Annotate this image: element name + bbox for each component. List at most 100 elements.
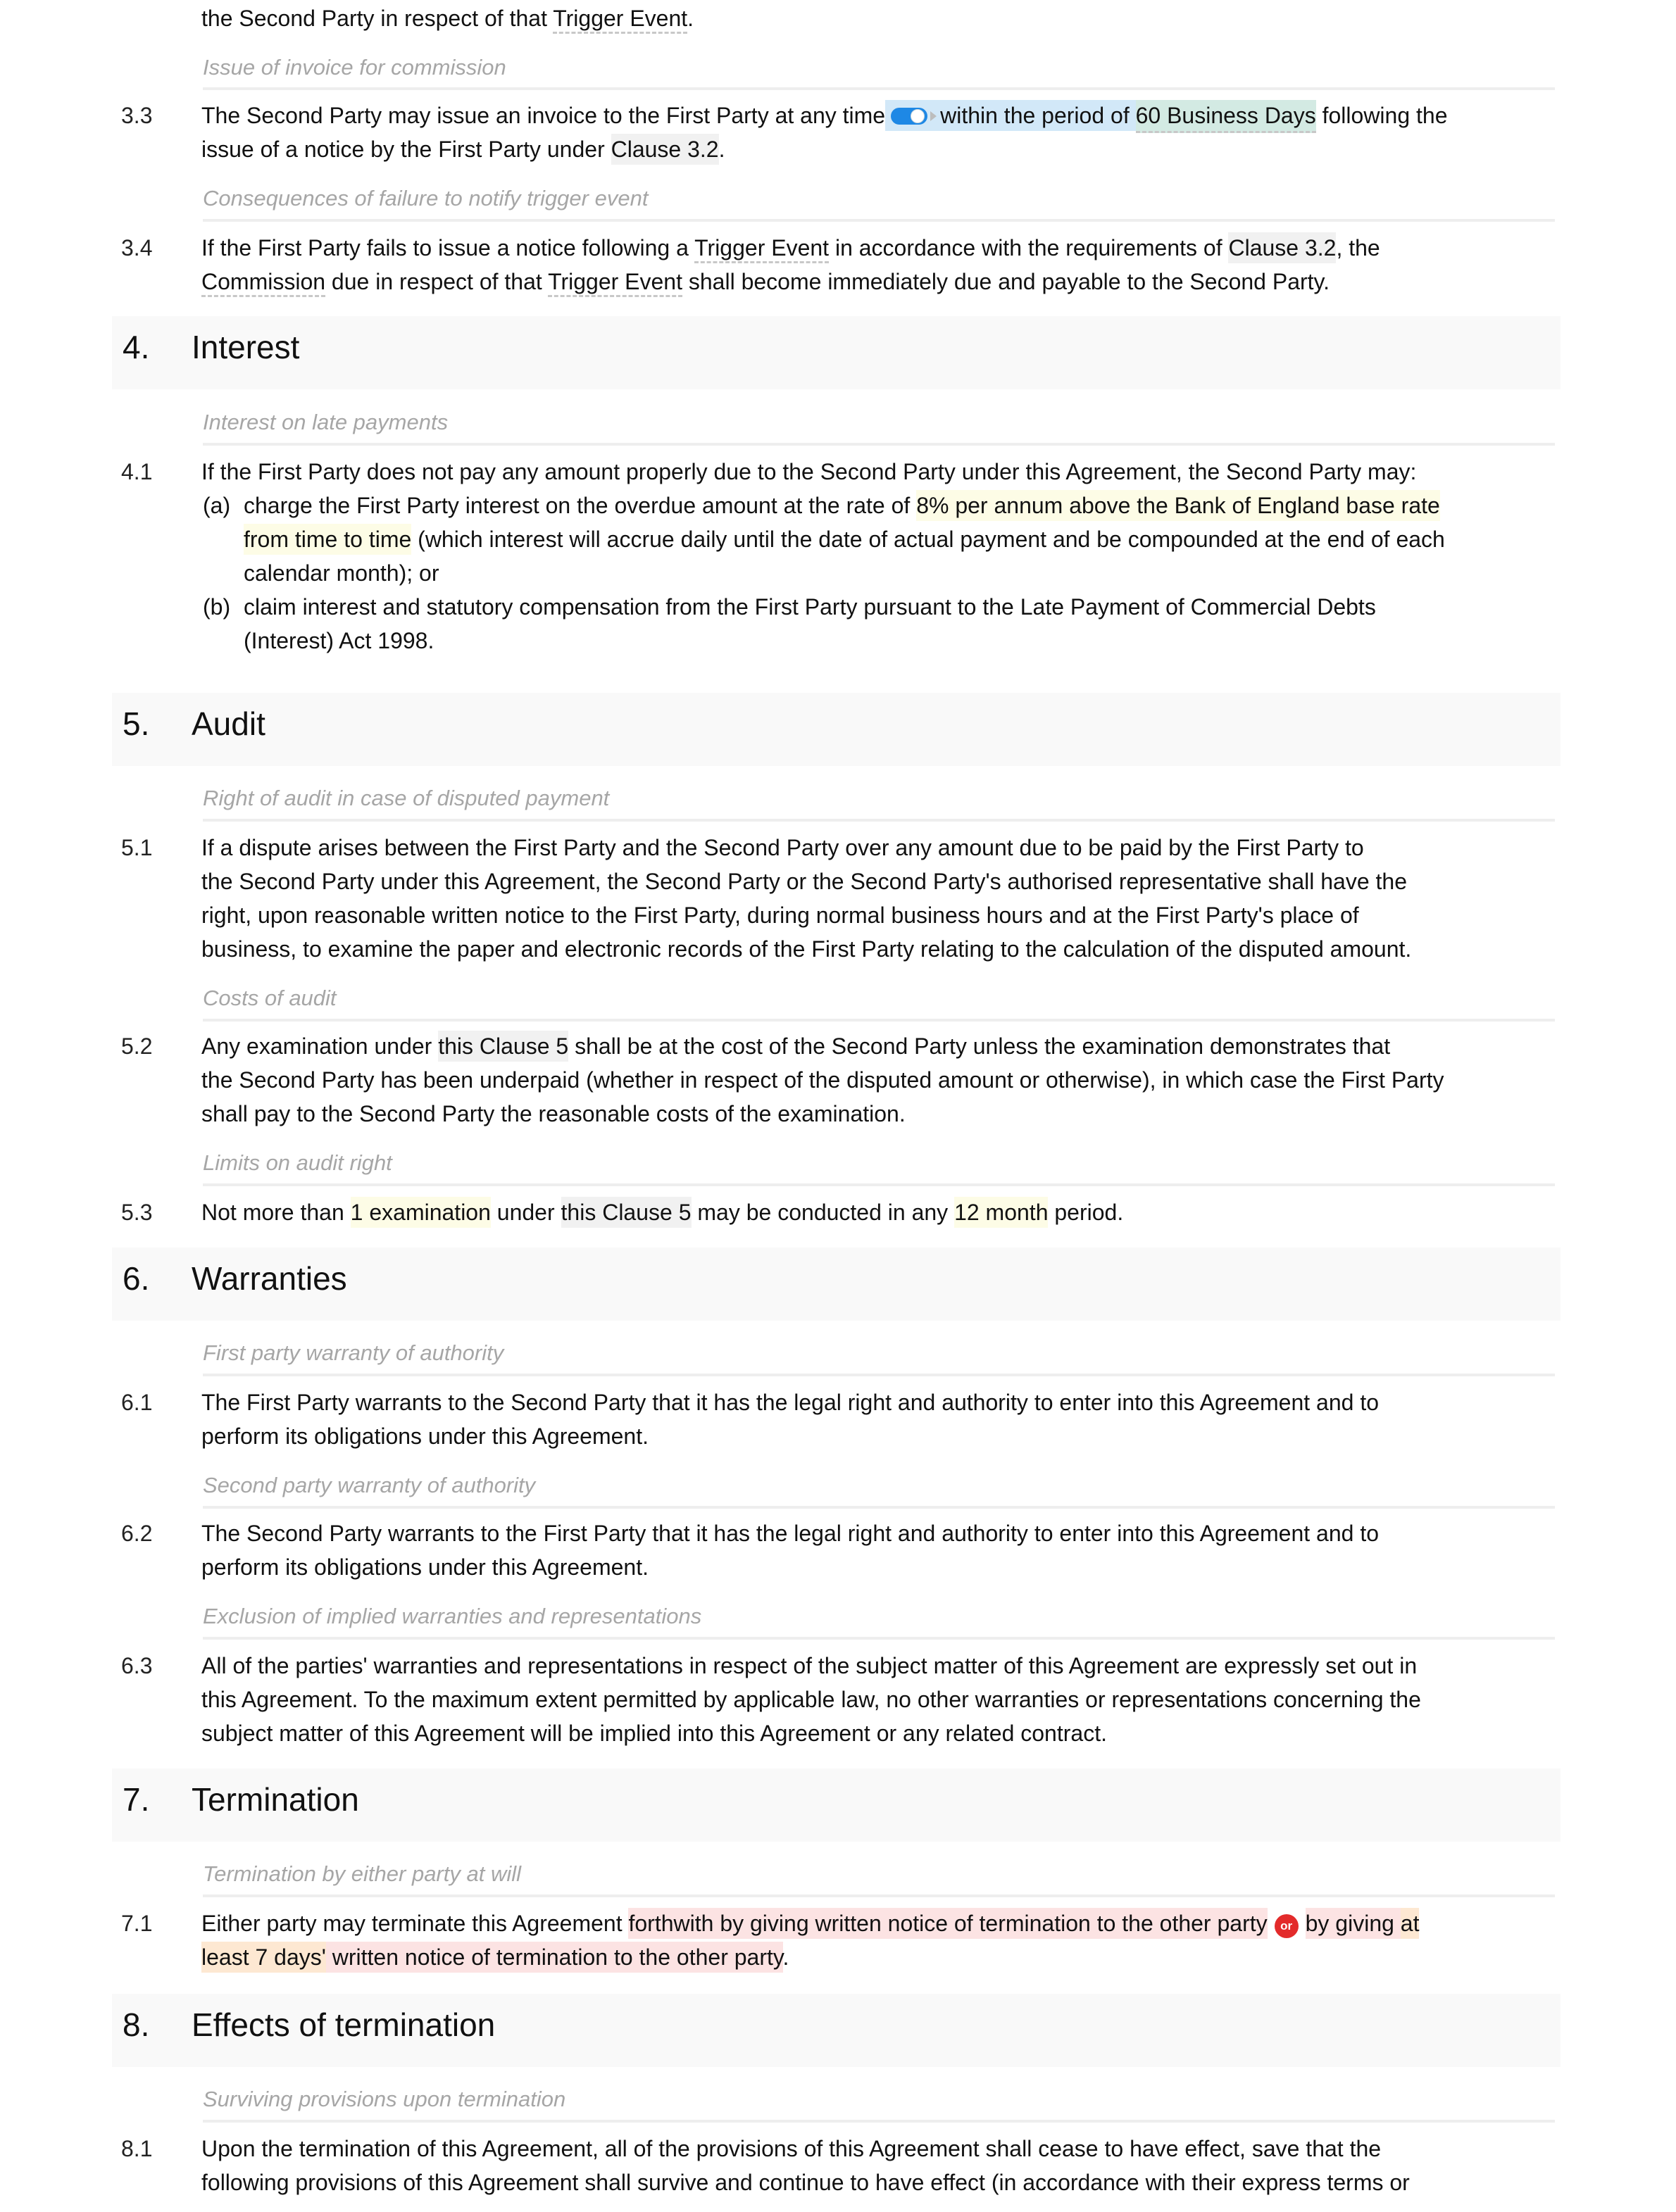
divider [203, 2120, 1555, 2123]
clause-text: The Second Party warrants to the First P… [201, 1521, 1380, 1546]
expand-arrow-icon [930, 111, 937, 121]
clause-subheading: Issue of invoice for commission [203, 55, 506, 80]
divider [203, 1183, 1555, 1186]
clause-subheading: Second party warranty of authority [203, 1473, 536, 1497]
clause-text: The First Party warrants to the Second P… [201, 1390, 1380, 1415]
clause-reference[interactable]: Clause 3.2 [1228, 232, 1337, 263]
section-number: 7. [123, 1781, 150, 1818]
clause-subheading: Limits on audit right [203, 1150, 392, 1175]
section-title: Warranties [192, 1260, 347, 1297]
clause-number: 6.2 [121, 1521, 153, 1546]
list-item-text: charge the First Party interest on the o… [244, 489, 1440, 522]
option-notice-period[interactable]: written notice of termination to the oth… [325, 1942, 783, 1973]
defined-term-trigger-event[interactable]: Trigger Event [548, 269, 682, 297]
optional-text[interactable]: within the period of [885, 100, 1136, 131]
clause-fragment: the Second Party in respect of that Trig… [201, 1, 694, 35]
clause-reference[interactable]: this Clause 5 [561, 1197, 692, 1228]
list-label: (b) [203, 594, 231, 620]
clause-number: 7.1 [121, 1911, 153, 1936]
clause-text: shall pay to the Second Party the reason… [201, 1101, 906, 1126]
clause-reference[interactable]: Clause 3.2 [611, 134, 719, 165]
clause-subheading: Termination by either party at will [203, 1861, 521, 1886]
section-title: Audit [192, 705, 265, 742]
clause-text: Upon the termination of this Agreement, … [201, 2136, 1382, 2161]
list-item-text: calendar month); or [244, 560, 439, 586]
clause-text: perform its obligations under this Agree… [201, 1424, 649, 1449]
clause-text: business, to examine the paper and elect… [201, 936, 1412, 962]
clause-subheading: Right of audit in case of disputed payme… [203, 786, 610, 810]
section-number: 8. [123, 2006, 150, 2043]
section-number: 5. [123, 705, 150, 742]
clause-reference[interactable]: this Clause 5 [438, 1031, 569, 1062]
list-item-text: (Interest) Act 1998. [244, 628, 434, 653]
divider [203, 1637, 1555, 1640]
divider [203, 1019, 1555, 1022]
clause-number: 3.3 [121, 103, 153, 128]
defined-term-commission[interactable]: Commission [201, 269, 326, 297]
clause-subheading: Consequences of failure to notify trigge… [203, 186, 649, 210]
section-title: Interest [192, 329, 300, 365]
clause-number: 5.3 [121, 1200, 153, 1225]
clause-number: 3.4 [121, 235, 153, 260]
clause-text: this Agreement. To the maximum extent pe… [201, 1687, 1421, 1712]
clause-text: the Second Party under this Agreement, t… [201, 869, 1408, 894]
toggle-knob [911, 109, 925, 123]
variable-notice-period[interactable]: at [1400, 1908, 1420, 1939]
section-heading-band [112, 316, 1561, 389]
clause-text: least 7 days' written notice of terminat… [201, 1940, 789, 1974]
divider [203, 443, 1555, 446]
toggle-switch[interactable] [891, 106, 937, 127]
section-title: Effects of termination [192, 2006, 496, 2043]
divider [203, 219, 1555, 222]
divider [203, 1894, 1555, 1897]
clause-subheading: Exclusion of implied warranties and repr… [203, 1604, 702, 1628]
clause-text: the Second Party has been underpaid (whe… [201, 1067, 1444, 1093]
clause-text: The Second Party may issue an invoice to… [201, 99, 1448, 133]
divider [203, 87, 1555, 90]
or-badge[interactable]: or [1274, 1914, 1299, 1938]
clause-text: right, upon reasonable written notice to… [201, 903, 1359, 928]
clause-text: issue of a notice by the First Party und… [201, 132, 725, 166]
option-forthwith[interactable]: forthwith by giving written notice of te… [628, 1908, 1268, 1939]
clause-number: 5.1 [121, 835, 153, 860]
clause-number: 4.1 [121, 459, 153, 484]
clause-number: 6.3 [121, 1653, 153, 1678]
clause-subheading: First party warranty of authority [203, 1340, 504, 1365]
clause-text: Either party may terminate this Agreemen… [201, 1906, 1420, 1940]
clause-text: perform its obligations under this Agree… [201, 1554, 649, 1580]
clause-text: If the First Party fails to issue a noti… [201, 231, 1380, 265]
section-title: Termination [192, 1781, 359, 1818]
variable-interest-rate-cont[interactable]: from time to time [244, 524, 412, 555]
clause-text: Not more than 1 examination under this C… [201, 1195, 1123, 1229]
clause-number: 6.1 [121, 1390, 153, 1415]
defined-term-trigger-event[interactable]: Trigger Event [694, 235, 830, 263]
list-label: (a) [203, 493, 231, 518]
variable-period[interactable]: 12 month [954, 1197, 1049, 1228]
variable-examination-count[interactable]: 1 examination [350, 1197, 491, 1228]
clause-subheading: Costs of audit [203, 986, 337, 1010]
option-notice-period[interactable]: by giving at [1305, 1908, 1420, 1939]
clause-text: subject matter of this Agreement will be… [201, 1721, 1107, 1746]
defined-term-trigger-event[interactable]: Trigger Event [553, 6, 688, 34]
section-number: 4. [123, 329, 150, 365]
clause-text: All of the parties' warranties and repre… [201, 1653, 1418, 1678]
section-number: 6. [123, 1260, 150, 1297]
section-heading-band [112, 693, 1561, 766]
clause-number: 8.1 [121, 2136, 153, 2161]
divider [203, 819, 1555, 822]
list-item-text: from time to time (which interest will a… [244, 522, 1445, 556]
clause-number: 5.2 [121, 1033, 153, 1059]
clause-text: Any examination under this Clause 5 shal… [201, 1029, 1390, 1063]
clause-text: If the First Party does not pay any amou… [201, 459, 1417, 484]
variable-notice-period[interactable]: least 7 days' [201, 1942, 326, 1973]
clause-text: If a dispute arises between the First Pa… [201, 835, 1364, 860]
list-item-text: claim interest and statutory compensatio… [244, 594, 1376, 620]
divider [203, 1506, 1555, 1509]
clause-text: following provisions of this Agreement s… [201, 2170, 1410, 2195]
variable-business-days[interactable]: 60 Business Days [1135, 100, 1316, 133]
clause-text: Commission due in respect of that Trigge… [201, 265, 1330, 299]
divider [203, 1374, 1555, 1376]
clause-subheading: Surviving provisions upon termination [203, 2087, 566, 2111]
clause-subheading: Interest on late payments [203, 410, 449, 434]
variable-interest-rate[interactable]: 8% per annum above the Bank of England b… [916, 490, 1440, 521]
